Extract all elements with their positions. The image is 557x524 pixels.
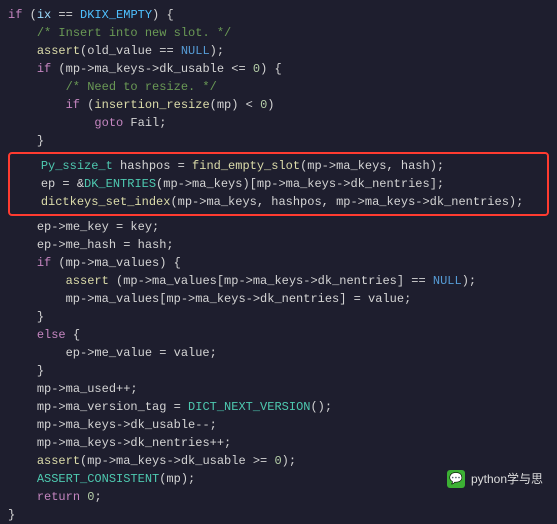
code-line: mp->ma_keys->dk_nentries++; bbox=[8, 434, 549, 452]
code-line: mp->ma_version_tag = DICT_NEXT_VERSION()… bbox=[8, 398, 549, 416]
watermark: 💬 python学与思 bbox=[447, 470, 543, 488]
code-line: assert (mp->ma_values[mp->ma_keys->dk_ne… bbox=[8, 272, 549, 290]
code-line: } bbox=[8, 132, 549, 150]
wechat-icon: 💬 bbox=[447, 470, 465, 488]
code-line: /* Insert into new slot. */ bbox=[8, 24, 549, 42]
code-line: return 0; bbox=[8, 488, 549, 506]
code-line: } bbox=[8, 506, 549, 524]
code-line: ep->me_value = value; bbox=[8, 344, 549, 362]
code-line: assert(mp->ma_keys->dk_usable >= 0); bbox=[8, 452, 549, 470]
code-line: assert(old_value == NULL); bbox=[8, 42, 549, 60]
code-line: if (insertion_resize(mp) < 0) bbox=[8, 96, 549, 114]
code-line: if (mp->ma_keys->dk_usable <= 0) { bbox=[8, 60, 549, 78]
watermark-text: python学与思 bbox=[471, 470, 543, 488]
code-line: mp->ma_used++; bbox=[8, 380, 549, 398]
code-line: if (ix == DKIX_EMPTY) { bbox=[8, 6, 549, 24]
highlighted-region: Py_ssize_t hashpos = find_empty_slot(mp-… bbox=[8, 152, 549, 216]
code-line: ep->me_key = key; bbox=[8, 218, 549, 236]
code-line: } bbox=[8, 362, 549, 380]
code-line: mp->ma_values[mp->ma_keys->dk_nentries] … bbox=[8, 290, 549, 308]
code-line: dictkeys_set_index(mp->ma_keys, hashpos,… bbox=[12, 193, 545, 211]
code-line: } bbox=[8, 308, 549, 326]
code-line: else { bbox=[8, 326, 549, 344]
code-line: goto Fail; bbox=[8, 114, 549, 132]
code-line: /* Need to resize. */ bbox=[8, 78, 549, 96]
code-line: Py_ssize_t hashpos = find_empty_slot(mp-… bbox=[12, 157, 545, 175]
code-line: mp->ma_keys->dk_usable--; bbox=[8, 416, 549, 434]
code-line: ep->me_hash = hash; bbox=[8, 236, 549, 254]
code-line: if (mp->ma_values) { bbox=[8, 254, 549, 272]
code-line: ep = &DK_ENTRIES(mp->ma_keys)[mp->ma_key… bbox=[12, 175, 545, 193]
code-editor: if (ix == DKIX_EMPTY) { /* Insert into n… bbox=[8, 6, 549, 524]
